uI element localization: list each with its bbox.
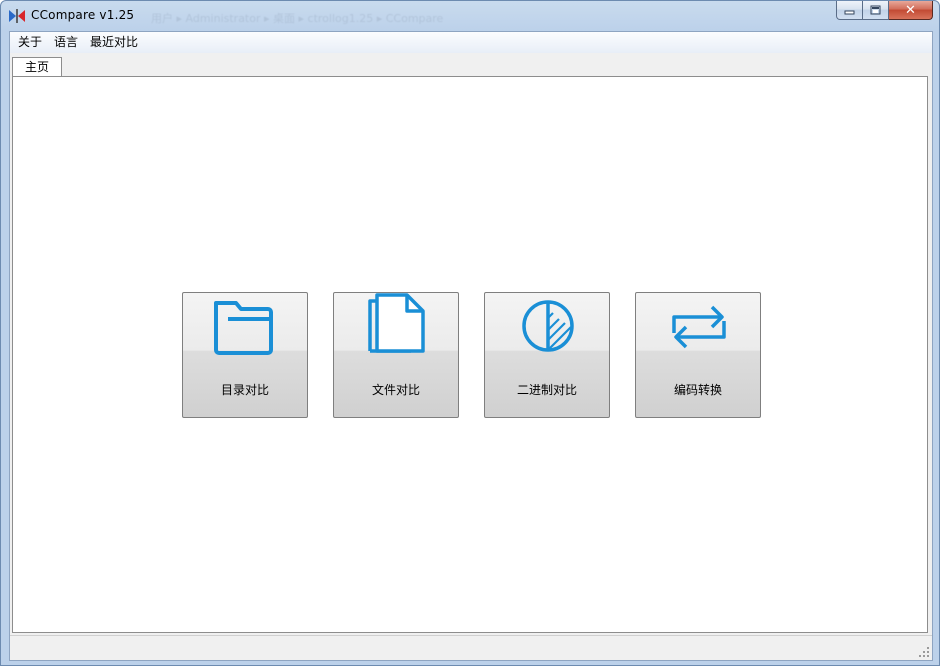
files-icon [368,293,425,353]
app-logo-icon [9,9,25,23]
encoding-convert-button[interactable]: 编码转换 [635,292,761,418]
folder-icon [214,301,273,355]
menu-about[interactable]: 关于 [12,32,48,53]
maximize-button[interactable] [863,1,889,20]
menu-bar: 关于 语言 最近对比 [10,32,932,53]
encoding-convert-label: 编码转换 [673,383,722,397]
status-bar [10,635,932,660]
file-compare-button[interactable]: 文件对比 [333,292,459,418]
binary-compare-button[interactable]: 二进制对比 [484,292,610,418]
binary-compare-label: 二进制对比 [516,383,577,397]
minimize-icon [844,10,855,14]
directory-compare-button[interactable]: 目录对比 [182,292,308,418]
close-button[interactable]: ✕ [889,1,933,20]
binary-compare-icon [522,300,574,352]
menu-language[interactable]: 语言 [48,32,84,53]
resize-grip-icon[interactable] [918,646,930,658]
window-controls: ✕ [836,1,933,21]
title-bar[interactable]: CCompare v1.25 用户 ▸ Administrator ▸ 桌面 ▸… [1,1,939,31]
close-icon: ✕ [905,2,916,18]
app-window: CCompare v1.25 用户 ▸ Administrator ▸ 桌面 ▸… [0,0,940,666]
convert-arrows-icon [672,305,726,349]
window-title: CCompare v1.25 [31,8,135,22]
minimize-button[interactable] [836,1,863,20]
file-compare-label: 文件对比 [371,383,420,397]
tab-strip: 主页 [10,53,932,78]
home-page: 目录对比 文件对比 二进制对比 编码转换 [12,76,928,633]
client-area: 关于 语言 最近对比 主页 目录对比 文件对比 二进制对比 编码转换 [9,31,933,661]
maximize-icon [870,5,881,15]
tab-home[interactable]: 主页 [12,57,62,78]
directory-compare-label: 目录对比 [220,383,269,397]
menu-recent-compare[interactable]: 最近对比 [84,32,144,53]
background-address-ghost: 用户 ▸ Administrator ▸ 桌面 ▸ ctrollog1.25 ▸… [151,12,444,25]
